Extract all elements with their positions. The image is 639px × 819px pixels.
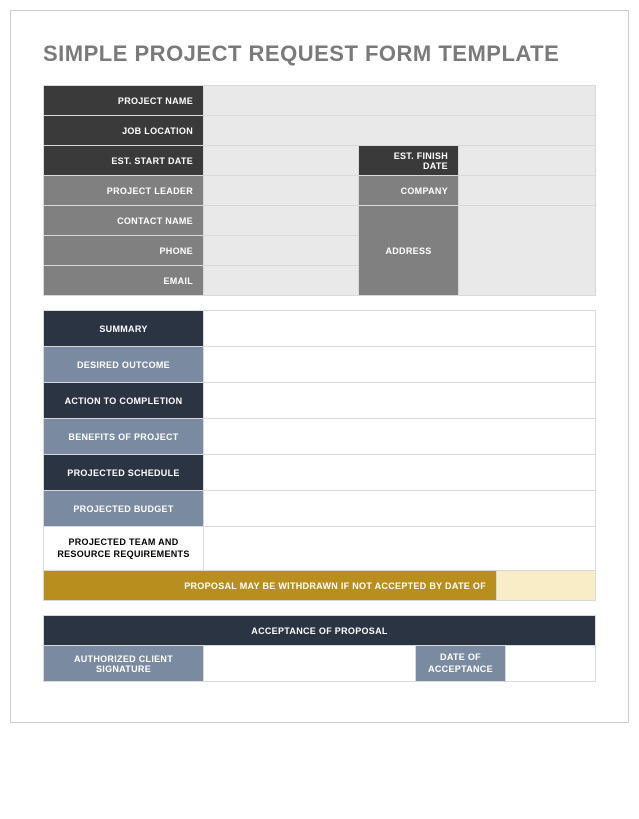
field-benefits-of-project[interactable]	[204, 419, 596, 455]
label-authorized-signature: AUTHORIZED CLIENT SIGNATURE	[44, 646, 204, 682]
label-phone: PHONE	[44, 236, 204, 266]
label-est-start-date: EST. START DATE	[44, 146, 204, 176]
label-withdraw-notice: PROPOSAL MAY BE WITHDRAWN IF NOT ACCEPTE…	[44, 571, 497, 601]
label-project-name: PROJECT NAME	[44, 86, 204, 116]
section-project-details: SUMMARY DESIRED OUTCOME ACTION TO COMPLE…	[43, 310, 596, 601]
section-acceptance: ACCEPTANCE OF PROPOSAL AUTHORIZED CLIENT…	[43, 615, 596, 682]
field-projected-team[interactable]	[204, 527, 596, 571]
label-project-leader: PROJECT LEADER	[44, 176, 204, 206]
label-desired-outcome: DESIRED OUTCOME	[44, 347, 204, 383]
field-authorized-signature[interactable]	[204, 646, 416, 682]
label-projected-budget: PROJECTED BUDGET	[44, 491, 204, 527]
label-summary: SUMMARY	[44, 311, 204, 347]
label-acceptance-of-proposal: ACCEPTANCE OF PROPOSAL	[44, 616, 596, 646]
field-job-location[interactable]	[204, 116, 596, 146]
field-company[interactable]	[459, 176, 596, 206]
label-contact-name: CONTACT NAME	[44, 206, 204, 236]
field-est-finish-date[interactable]	[459, 146, 596, 176]
field-est-start-date[interactable]	[204, 146, 359, 176]
field-project-leader[interactable]	[204, 176, 359, 206]
form-title: SIMPLE PROJECT REQUEST FORM TEMPLATE	[43, 41, 596, 67]
field-phone[interactable]	[204, 236, 359, 266]
label-benefits-of-project: BENEFITS OF PROJECT	[44, 419, 204, 455]
field-contact-name[interactable]	[204, 206, 359, 236]
label-projected-schedule: PROJECTED SCHEDULE	[44, 455, 204, 491]
field-desired-outcome[interactable]	[204, 347, 596, 383]
field-date-of-acceptance[interactable]	[505, 646, 595, 682]
label-email: EMAIL	[44, 266, 204, 296]
label-job-location: JOB LOCATION	[44, 116, 204, 146]
field-projected-budget[interactable]	[204, 491, 596, 527]
field-project-name[interactable]	[204, 86, 596, 116]
label-company: COMPANY	[359, 176, 459, 206]
field-action-to-completion[interactable]	[204, 383, 596, 419]
label-projected-team: PROJECTED TEAM AND RESOURCE REQUIREMENTS	[44, 527, 204, 571]
field-email[interactable]	[204, 266, 359, 296]
section-project-info: PROJECT NAME JOB LOCATION EST. START DAT…	[43, 85, 596, 296]
field-projected-schedule[interactable]	[204, 455, 596, 491]
field-address[interactable]	[459, 206, 596, 296]
field-withdraw-date[interactable]	[497, 571, 596, 601]
label-action-to-completion: ACTION TO COMPLETION	[44, 383, 204, 419]
label-date-of-acceptance: DATE OF ACCEPTANCE	[415, 646, 505, 682]
field-summary[interactable]	[204, 311, 596, 347]
form-page: SIMPLE PROJECT REQUEST FORM TEMPLATE PRO…	[10, 10, 629, 723]
label-address: ADDRESS	[359, 206, 459, 296]
label-est-finish-date: EST. FINISH DATE	[359, 146, 459, 176]
